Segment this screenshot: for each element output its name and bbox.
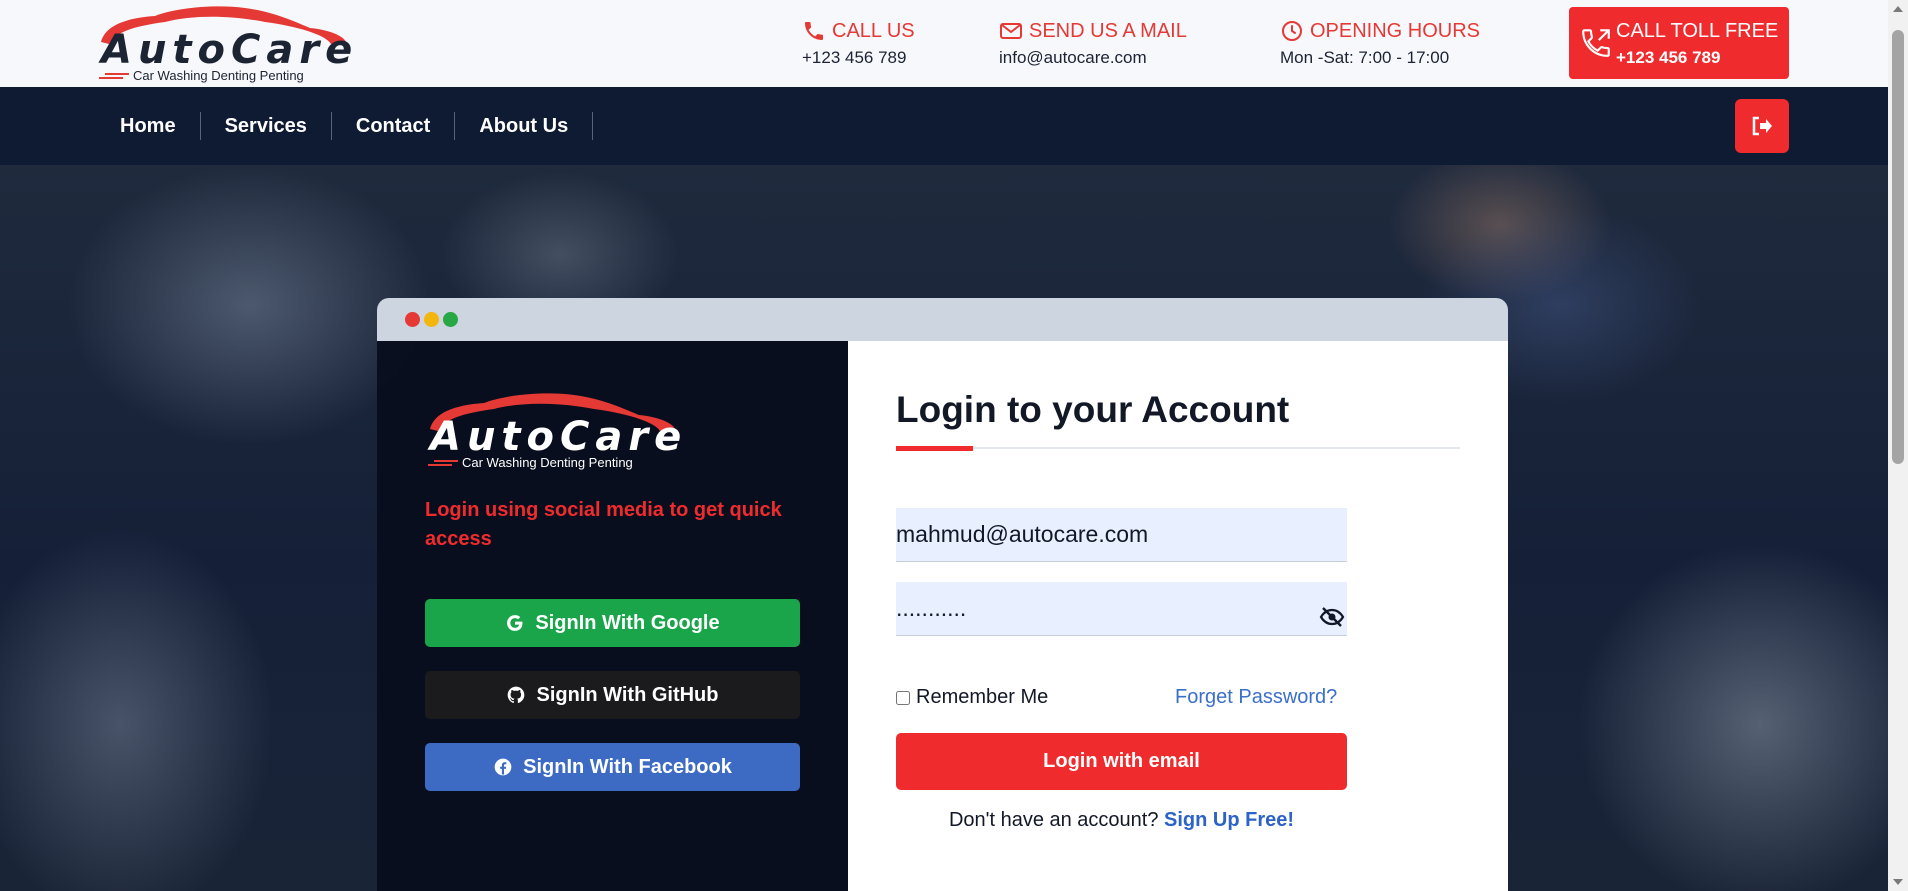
github-signin-label: SignIn With GitHub [536, 683, 719, 706]
scrollbar-thumb[interactable] [1892, 30, 1904, 464]
facebook-signin-button[interactable]: SignIn With Facebook [425, 743, 800, 791]
mail-address: info@autocare.com [999, 48, 1147, 67]
nav-item-contact[interactable]: Contact [332, 112, 456, 140]
hours-label: OPENING HOURS [1310, 19, 1481, 42]
scroll-up-arrow-icon[interactable] [1893, 6, 1903, 12]
call-us-label: CALL US [832, 19, 915, 42]
panel-logo: AutoCare Car Washing Denting Penting [424, 391, 684, 471]
brand-logo[interactable]: AutoCare Car Washing Denting Penting [95, 4, 352, 84]
call-toll-free-button[interactable]: CALL TOLL FREE +123 456 789 [1569, 7, 1789, 79]
title-divider [896, 447, 1460, 449]
github-signin-button[interactable]: SignIn With GitHub [425, 671, 800, 719]
remember-me-checkbox[interactable] [896, 690, 910, 705]
remember-me-label: Remember Me [916, 686, 1049, 708]
phone-outgoing-icon [1582, 29, 1610, 57]
mail-label: SEND US A MAIL [1029, 19, 1187, 42]
google-icon [507, 615, 523, 631]
signup-prompt-text: Don't have an account? [948, 809, 1165, 831]
main-nav: Home Services Contact About Us [0, 87, 1908, 165]
facebook-icon [494, 758, 512, 776]
phone-icon [805, 22, 823, 40]
brand-name: AutoCare [101, 27, 359, 73]
hours-value: Mon -Sat: 7:00 - 17:00 [1280, 48, 1450, 67]
login-with-email-button[interactable]: Login with email [896, 733, 1347, 790]
email-field[interactable] [896, 508, 1347, 562]
logout-icon [1752, 116, 1772, 136]
social-login-prompt: Login using social media to get quick ac… [425, 499, 782, 550]
google-signin-label: SignIn With Google [535, 611, 720, 634]
mail-info[interactable]: SEND US A MAIL info@autocare.com [999, 18, 1187, 68]
nav-item-services[interactable]: Services [201, 112, 332, 140]
clock-icon [1282, 21, 1302, 41]
window-minimize-dot [424, 312, 439, 327]
signup-prompt-line: Don't have an account? Sign Up Free! [896, 809, 1347, 832]
google-signin-button[interactable]: SignIn With Google [425, 599, 800, 647]
speed-lines-icon [99, 73, 129, 79]
brand-tagline: Car Washing Denting Penting [133, 68, 304, 83]
window-close-dot [405, 312, 420, 327]
facebook-signin-label: SignIn With Facebook [523, 755, 732, 778]
panel-brand-tagline: Car Washing Denting Penting [462, 455, 633, 470]
window-title-bar [377, 298, 1508, 341]
nav-menu: Home Services Contact About Us [96, 112, 594, 140]
sign-up-link[interactable]: Sign Up Free! [1164, 809, 1294, 831]
title-divider-accent [896, 446, 973, 451]
github-icon [508, 686, 525, 704]
email-login-panel: Login to your Account Remember Me Forget… [848, 341, 1508, 891]
logout-button[interactable] [1735, 99, 1789, 153]
speed-lines-icon [428, 460, 458, 466]
hide-password-icon[interactable] [1319, 606, 1345, 628]
page-scrollbar[interactable] [1888, 0, 1908, 891]
login-title: Login to your Account [896, 389, 1290, 430]
window-maximize-dot [443, 312, 458, 327]
hours-info: OPENING HOURS Mon -Sat: 7:00 - 17:00 [1280, 18, 1480, 68]
toll-free-label: CALL TOLL FREE [1616, 20, 1779, 42]
scroll-down-arrow-icon[interactable] [1893, 879, 1903, 885]
top-contact-bar: AutoCare Car Washing Denting Penting CAL… [0, 0, 1908, 87]
forgot-password-link[interactable]: Forget Password? [1175, 686, 1337, 709]
call-us-number: +123 456 789 [802, 48, 907, 67]
password-field[interactable] [896, 582, 1347, 636]
login-window: AutoCare Car Washing Denting Penting Log… [377, 298, 1508, 891]
call-us-info[interactable]: CALL US +123 456 789 [802, 18, 915, 68]
social-login-panel: AutoCare Car Washing Denting Penting Log… [377, 341, 848, 891]
nav-item-about-us[interactable]: About Us [455, 112, 594, 140]
mail-icon [1000, 23, 1022, 39]
nav-item-home[interactable]: Home [96, 112, 201, 140]
panel-brand-name: AutoCare [430, 414, 688, 460]
remember-me-option[interactable]: Remember Me [896, 686, 1048, 709]
toll-free-number: +123 456 789 [1616, 48, 1721, 67]
